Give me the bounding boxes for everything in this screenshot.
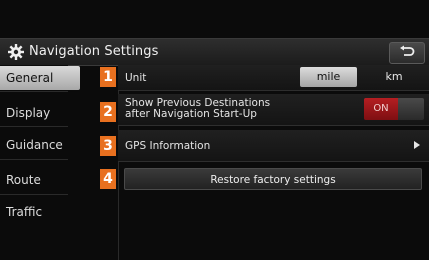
page-title: Navigation Settings: [29, 44, 159, 59]
back-button[interactable]: [389, 42, 425, 64]
sidebar-item-label: Traffic: [6, 205, 43, 219]
unit-option-km[interactable]: km: [366, 67, 422, 87]
callout-badge-2: 2: [100, 102, 116, 122]
sidebar-item-display[interactable]: Display: [0, 101, 80, 125]
sidebar-item-label: Guidance: [6, 138, 63, 152]
sidebar-item-general[interactable]: General: [0, 66, 80, 90]
sidebar-divider: [0, 194, 68, 195]
back-return-icon: [400, 45, 415, 56]
sidebar-item-label: Route: [6, 173, 41, 187]
sidebar-divider: [0, 159, 68, 160]
callout-badge-1: 1: [100, 67, 116, 87]
unit-label: Unit: [125, 72, 147, 84]
callout-badge-3: 3: [100, 136, 116, 156]
unit-option-mile[interactable]: mile: [300, 67, 357, 87]
sidebar-item-label: General: [6, 71, 54, 85]
sidebar: [0, 65, 68, 260]
sidebar-divider: [0, 126, 68, 127]
sidebar-item-route[interactable]: Route: [0, 168, 80, 192]
title-bar: Navigation Settings: [0, 38, 429, 66]
chevron-right-icon: [414, 141, 420, 149]
sidebar-item-guidance[interactable]: Guidance: [0, 133, 80, 157]
gear-icon: [7, 43, 25, 61]
sidebar-divider: [0, 91, 68, 92]
sidebar-item-traffic[interactable]: Traffic: [0, 200, 80, 224]
navigation-settings-screen: Navigation Settings General Display Guid…: [0, 0, 429, 260]
show-previous-toggle[interactable]: ON: [364, 98, 424, 120]
gps-information-label: GPS Information: [125, 140, 211, 152]
show-previous-label-line2: after Navigation Start-Up: [125, 108, 257, 120]
callout-badge-4: 4: [100, 169, 116, 189]
sidebar-item-label: Display: [6, 106, 51, 120]
restore-factory-settings-button[interactable]: Restore factory settings: [124, 168, 422, 190]
toggle-on-label: ON: [364, 98, 398, 120]
